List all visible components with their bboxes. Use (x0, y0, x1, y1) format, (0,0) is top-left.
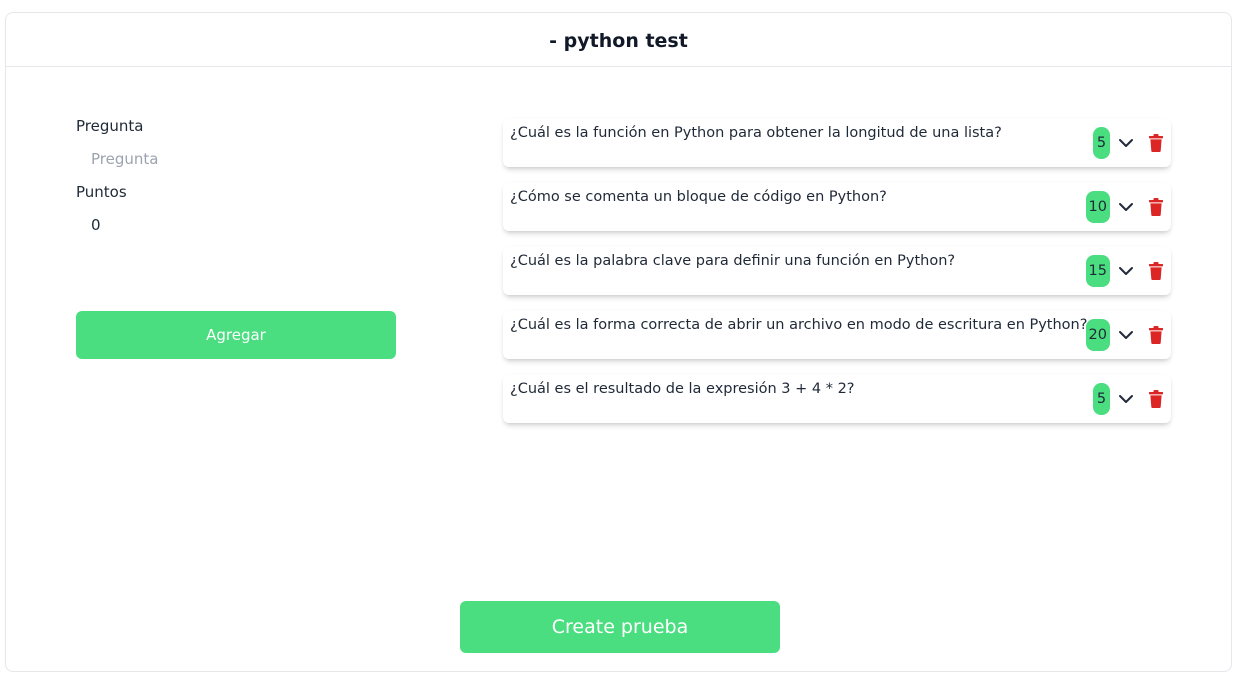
test-card: - python test Pregunta Puntos Agregar ¿C… (5, 12, 1232, 672)
add-button[interactable]: Agregar (76, 311, 396, 359)
question-item: ¿Cómo se comenta un bloque de código en … (503, 183, 1171, 231)
question-actions: 5 (1093, 126, 1167, 159)
question-input[interactable] (76, 145, 391, 173)
points-badge: 5 (1093, 126, 1110, 159)
question-text: ¿Cómo se comenta un bloque de código en … (510, 189, 887, 205)
points-badge: 5 (1093, 382, 1110, 415)
trash-icon[interactable] (1145, 260, 1167, 282)
question-actions: 15 (1085, 254, 1167, 287)
chevron-down-icon[interactable] (1115, 260, 1137, 282)
points-input[interactable] (76, 211, 391, 239)
trash-icon[interactable] (1145, 196, 1167, 218)
points-badge: 15 (1085, 254, 1110, 287)
question-text: ¿Cuál es la palabra clave para definir u… (510, 253, 956, 269)
question-list: ¿Cuál es la función en Python para obten… (503, 119, 1171, 439)
question-actions: 10 (1085, 190, 1167, 223)
points-badge: 20 (1085, 318, 1110, 351)
trash-icon[interactable] (1145, 324, 1167, 346)
trash-icon[interactable] (1145, 388, 1167, 410)
question-form: Pregunta Puntos Agregar (76, 113, 396, 359)
question-text: ¿Cuál es el resultado de la expresión 3 … (510, 381, 855, 397)
card-header: - python test (6, 13, 1231, 67)
question-actions: 20 (1085, 318, 1167, 351)
question-item: ¿Cuál es la palabra clave para definir u… (503, 247, 1171, 295)
question-text: ¿Cuál es la función en Python para obten… (510, 125, 1002, 141)
chevron-down-icon[interactable] (1115, 132, 1137, 154)
create-test-button[interactable]: Create prueba (460, 601, 780, 653)
chevron-down-icon[interactable] (1115, 388, 1137, 410)
points-badge: 10 (1085, 190, 1110, 223)
points-label: Puntos (76, 183, 127, 201)
question-item: ¿Cuál es la función en Python para obten… (503, 119, 1171, 167)
chevron-down-icon[interactable] (1115, 324, 1137, 346)
question-text: ¿Cuál es la forma correcta de abrir un a… (510, 317, 1088, 333)
question-item: ¿Cuál es el resultado de la expresión 3 … (503, 375, 1171, 423)
question-item: ¿Cuál es la forma correcta de abrir un a… (503, 311, 1171, 359)
question-actions: 5 (1093, 382, 1167, 415)
page-title: - python test (549, 29, 688, 52)
chevron-down-icon[interactable] (1115, 196, 1137, 218)
trash-icon[interactable] (1145, 132, 1167, 154)
question-label: Pregunta (76, 117, 144, 135)
